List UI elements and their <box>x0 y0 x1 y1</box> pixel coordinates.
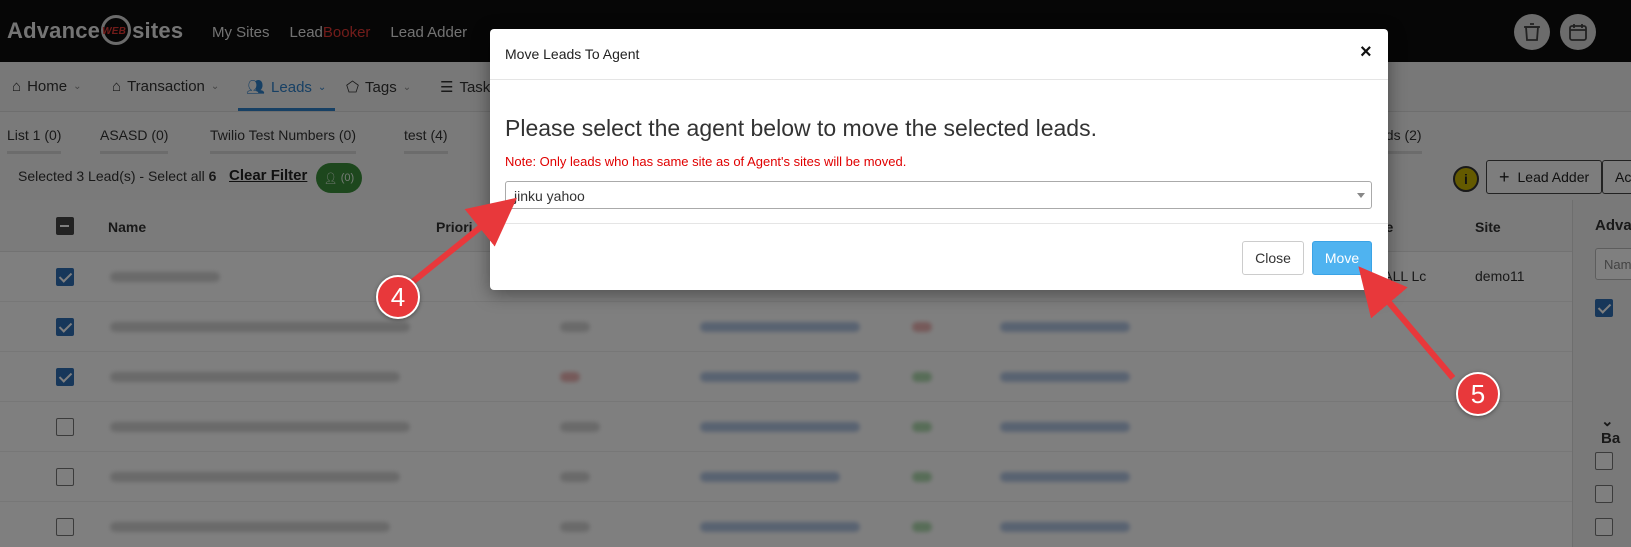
close-icon[interactable]: × <box>1360 41 1372 64</box>
modal-note: Note: Only leads who has same site as of… <box>505 154 907 169</box>
step-badge-4: 4 <box>376 275 420 319</box>
modal-header: Move Leads To Agent × <box>490 29 1388 80</box>
chevron-down-icon <box>1357 193 1365 198</box>
move-button[interactable]: Move <box>1312 241 1372 275</box>
modal-heading: Please select the agent below to move th… <box>505 115 1097 141</box>
move-leads-modal: Move Leads To Agent × Please select the … <box>490 29 1388 290</box>
agent-select-value: jinku yahoo <box>514 188 585 204</box>
agent-select[interactable]: jinku yahoo <box>505 181 1372 209</box>
modal-footer-divider <box>490 223 1388 224</box>
step-badge-5: 5 <box>1456 372 1500 416</box>
close-button[interactable]: Close <box>1242 241 1304 275</box>
modal-title: Move Leads To Agent <box>505 46 640 62</box>
